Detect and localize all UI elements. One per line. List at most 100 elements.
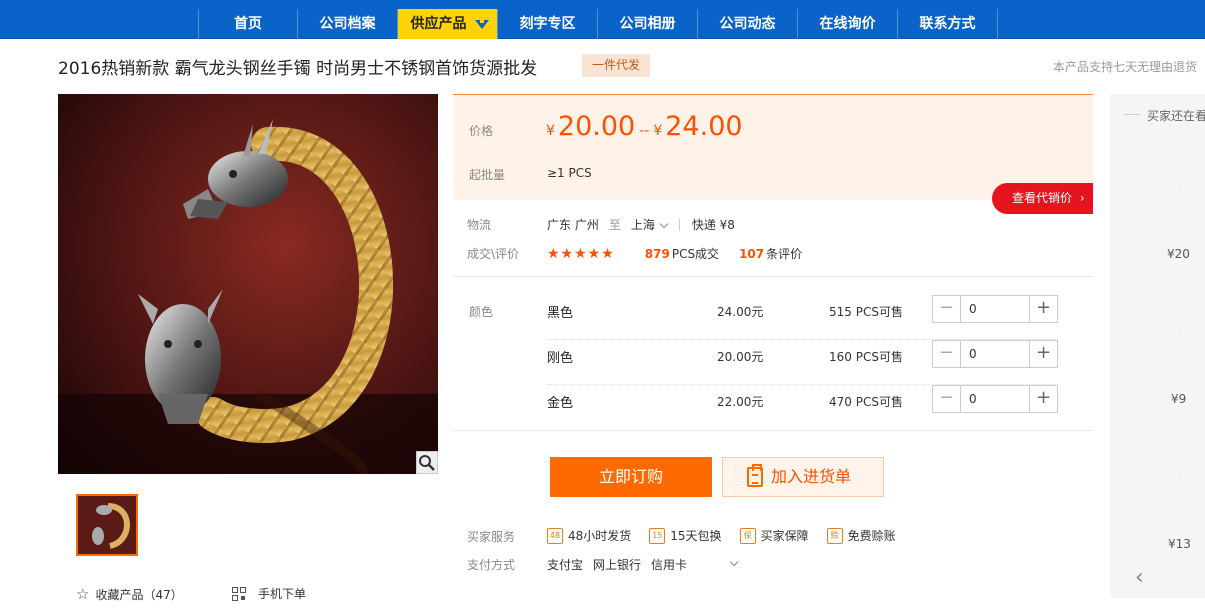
ship-from: 广东 广州: [547, 218, 599, 232]
divider: [678, 218, 680, 231]
logistics-label: 物流: [467, 218, 492, 232]
divider: [453, 276, 1093, 277]
order-now-button[interactable]: 立即订购: [550, 457, 712, 497]
search-icon: [419, 455, 435, 471]
service-label: 15天包换: [670, 529, 722, 543]
nav-products-label: 供应产品: [410, 16, 467, 32]
chevron-right-icon: ›: [1079, 191, 1085, 205]
quantity-input[interactable]: [961, 296, 1029, 322]
nav-contact[interactable]: 联系方式: [898, 9, 998, 39]
payment-method: 网上银行: [593, 558, 642, 572]
agent-button-label: 查看代销价: [1012, 191, 1073, 205]
express-fee: 快递 ¥8: [691, 218, 735, 232]
exchange-15day-icon: 15: [649, 527, 666, 544]
nav-inquiry[interactable]: 在线询价: [798, 9, 898, 39]
quantity-stepper: − +: [932, 295, 1058, 323]
decrease-button[interactable]: −: [933, 386, 961, 412]
chevron-down-icon: [659, 219, 669, 229]
favorite-label: 收藏产品（47）: [95, 587, 183, 602]
payment-method: 支付宝: [547, 558, 584, 572]
product-thumbnail[interactable]: [76, 494, 138, 556]
price-max: 24.00: [665, 111, 743, 142]
ship-to-select[interactable]: 上海: [631, 216, 669, 233]
divider: [453, 430, 1093, 431]
sku-row: 黑色 24.00元 515 PCS可售 − +: [547, 295, 1058, 340]
sku-row: 金色 22.00元 470 PCS可售 − +: [547, 385, 1058, 430]
service-label: 买家保障: [760, 529, 809, 543]
services-label: 买家服务: [467, 530, 516, 544]
services-row: 48 48小时发货 15 15天包换 保 买家保障 赊 免费赊账: [547, 527, 896, 544]
shipping-48h-icon: 48: [547, 527, 563, 544]
divider: [1180, 187, 1181, 188]
nav-company-profile[interactable]: 公司档案: [298, 9, 398, 39]
service-label: 免费赊账: [847, 529, 896, 543]
payment-methods: 支付宝 网上银行 信用卡: [547, 556, 739, 573]
service-48h-shipping[interactable]: 48 48小时发货: [547, 527, 631, 544]
chevron-down-icon[interactable]: [729, 557, 739, 567]
sku-name: 黑色: [547, 306, 574, 321]
favorite-product[interactable]: ☆ 收藏产品（47）: [76, 585, 183, 603]
logistics-row: 广东 广州 至 上海 快递 ¥8: [547, 216, 735, 233]
nav-album[interactable]: 公司相册: [598, 9, 698, 39]
sku-stock: 160 PCS可售: [829, 350, 903, 364]
review-count[interactable]: 107: [739, 247, 764, 261]
star-outline-icon: ☆: [76, 585, 90, 603]
divider: [1180, 330, 1181, 331]
price-range: ¥ 20.00 -- ¥ 24.00: [546, 111, 743, 142]
payment-label: 支付方式: [467, 558, 516, 572]
deal-row: ★★★★★ 879 PCS成交 107 条评价: [547, 245, 802, 262]
recommended-price[interactable]: ¥13: [1168, 537, 1191, 551]
top-nav: 首页 公司档案 供应产品 刻字专区 公司相册 公司动态 在线询价 联系方式: [0, 0, 1205, 39]
product-title: 2016热销新款 霸气龙头钢丝手镯 时尚男士不锈钢首饰货源批发: [58, 59, 538, 79]
view-agent-price-button[interactable]: 查看代销价 ›: [992, 183, 1093, 214]
increase-button[interactable]: +: [1029, 341, 1057, 367]
price-panel: [453, 94, 1093, 200]
review-suffix[interactable]: 条评价: [766, 245, 802, 262]
moq-label: 起批量: [469, 168, 506, 182]
zoom-button[interactable]: [416, 451, 438, 474]
chevron-left-icon[interactable]: ‹: [1135, 565, 1144, 590]
nav-home[interactable]: 首页: [198, 9, 298, 39]
sold-suffix: PCS成交: [671, 247, 720, 261]
sku-price: 24.00元: [717, 305, 764, 319]
recommended-price[interactable]: ¥9: [1171, 392, 1186, 406]
mobile-order[interactable]: 手机下单: [232, 585, 306, 602]
return-policy-note: 本产品支持七天无理由退货: [1052, 60, 1197, 74]
sku-name: 刚色: [547, 351, 574, 366]
service-label: 48小时发货: [568, 529, 632, 543]
add-to-cart-label: 加入进货单: [771, 467, 852, 486]
price-separator: --: [639, 123, 650, 139]
sold-count: 879: [644, 246, 670, 261]
service-buyer-protection[interactable]: 保 买家保障: [739, 527, 809, 544]
divider: [1180, 475, 1181, 476]
nav-news[interactable]: 公司动态: [698, 9, 798, 39]
payment-method: 信用卡: [651, 558, 688, 572]
clipboard-icon: [747, 464, 763, 487]
service-free-credit[interactable]: 赊 免费赊账: [826, 527, 896, 544]
rating-stars: ★★★★★: [547, 245, 615, 262]
mobile-order-label: 手机下单: [258, 587, 307, 601]
product-main-image: [58, 94, 438, 474]
nav-engraving[interactable]: 刻字专区: [498, 9, 598, 39]
quantity-stepper: − +: [932, 340, 1058, 368]
sku-name: 金色: [547, 396, 574, 411]
qr-code-icon: [232, 586, 246, 601]
nav-products[interactable]: 供应产品: [398, 9, 498, 39]
recommendations-sidebar: [1110, 94, 1205, 598]
decrease-button[interactable]: −: [933, 296, 961, 322]
add-to-cart-button[interactable]: 加入进货单: [722, 457, 884, 497]
decrease-button[interactable]: −: [933, 341, 961, 367]
recommended-price[interactable]: ¥20: [1167, 247, 1190, 261]
sku-stock: 470 PCS可售: [829, 395, 903, 409]
credit-icon: 赊: [826, 527, 843, 544]
service-15day-exchange[interactable]: 15 15天包换: [649, 527, 722, 544]
deal-label: 成交\评价: [467, 247, 520, 261]
increase-button[interactable]: +: [1029, 386, 1057, 412]
divider: [1124, 114, 1140, 115]
increase-button[interactable]: +: [1029, 296, 1057, 322]
quantity-input[interactable]: [961, 386, 1029, 412]
quantity-input[interactable]: [961, 341, 1029, 367]
nav-bar: 首页 公司档案 供应产品 刻字专区 公司相册 公司动态 在线询价 联系方式: [198, 9, 998, 39]
to-word: 至: [608, 218, 621, 232]
currency-symbol: ¥: [653, 123, 663, 139]
